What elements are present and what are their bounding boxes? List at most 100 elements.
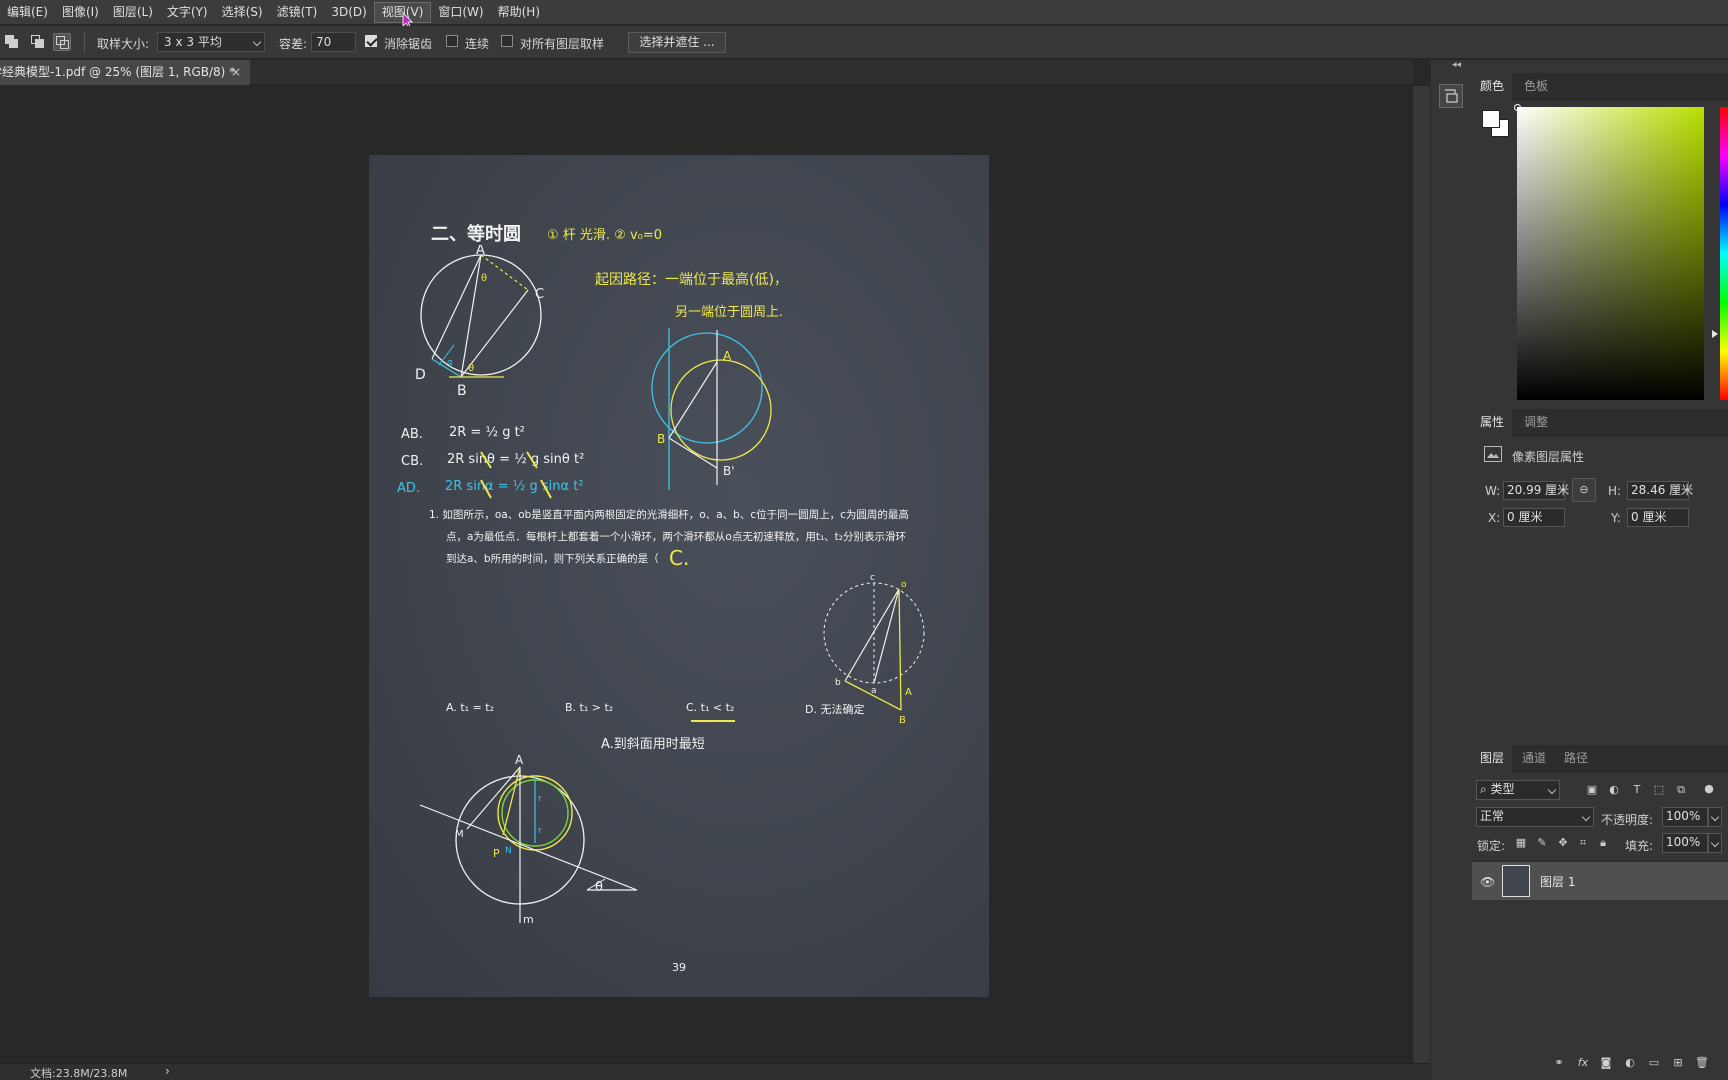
- tab-adjustments[interactable]: 调整: [1516, 409, 1556, 436]
- menu-layer[interactable]: 图层(L): [106, 2, 160, 23]
- color-picker-cursor[interactable]: [1514, 104, 1521, 111]
- tolerance-input[interactable]: 70: [311, 32, 356, 52]
- figure1-circle-diagram: A C D B θ θ α: [415, 245, 544, 399]
- menu-filter[interactable]: 滤镜(T): [270, 2, 325, 23]
- fill-dropdown[interactable]: [1708, 833, 1722, 853]
- filter-pixel-icon[interactable]: ▣: [1585, 783, 1599, 797]
- menu-window[interactable]: 窗口(W): [431, 2, 490, 23]
- fig3-label-a: a: [871, 686, 877, 696]
- menu-edit[interactable]: 编辑(E): [0, 2, 55, 23]
- filter-adjustment-icon[interactable]: ◐: [1607, 783, 1621, 797]
- opacity-field[interactable]: 100%: [1662, 807, 1708, 827]
- y-label: Y:: [1611, 511, 1621, 525]
- tab-channels[interactable]: 通道: [1514, 745, 1554, 772]
- fig3-label-b-upper: B: [899, 715, 906, 725]
- fig3-label-b: b: [835, 678, 841, 688]
- eq-ad-label: AD.: [397, 481, 421, 496]
- status-bar: 文档:23.8M/23.8M ›: [0, 1063, 1430, 1080]
- document-tab-title: 学经典模型-1.pdf @ 25% (图层 1, RGB/8) *: [0, 65, 236, 79]
- y-field[interactable]: 0 厘米: [1627, 508, 1689, 527]
- document-tab[interactable]: 学经典模型-1.pdf @ 25% (图层 1, RGB/8) *: [0, 60, 250, 85]
- lock-all-icon[interactable]: 🔒︎: [1596, 836, 1610, 850]
- status-arrow-icon[interactable]: ›: [165, 1064, 170, 1078]
- fx-icon[interactable]: fx: [1576, 1056, 1590, 1070]
- chevron-down-icon: [252, 37, 262, 47]
- blend-mode-select[interactable]: 正常: [1476, 807, 1594, 827]
- contiguous-checkbox[interactable]: [446, 35, 458, 47]
- menu-image[interactable]: 图像(I): [55, 2, 106, 23]
- height-label: H:: [1608, 484, 1622, 498]
- eye-icon[interactable]: 👁︎: [1480, 875, 1495, 889]
- vertical-scrollbar[interactable]: [1413, 86, 1430, 1063]
- all-layers-label: 对所有图层取样: [520, 37, 605, 51]
- history-panel-icon[interactable]: [1439, 84, 1463, 108]
- hue-slider-handle[interactable]: [1712, 330, 1718, 338]
- lock-artboard-icon[interactable]: ⌗: [1576, 836, 1590, 850]
- folder-icon[interactable]: ▭: [1647, 1056, 1661, 1070]
- x-field[interactable]: 0 厘米: [1503, 508, 1565, 527]
- fill-label: 填充:: [1625, 839, 1654, 853]
- opacity-dropdown[interactable]: [1708, 807, 1722, 827]
- blend-mode-value: 正常: [1480, 809, 1505, 823]
- divider: [84, 32, 85, 53]
- add-mask-icon[interactable]: ◙: [1599, 1056, 1613, 1070]
- hue-slider[interactable]: [1720, 107, 1728, 400]
- sample-size-value: 3 x 3 平均: [164, 35, 222, 49]
- tab-properties[interactable]: 属性: [1472, 409, 1513, 436]
- menu-type[interactable]: 文字(Y): [160, 2, 215, 23]
- link-layers-icon[interactable]: ⚭: [1552, 1056, 1566, 1070]
- intersect-selection-icon[interactable]: [53, 33, 71, 51]
- tab-color[interactable]: 颜色: [1472, 73, 1513, 100]
- filter-shape-icon[interactable]: ⬚: [1652, 783, 1666, 797]
- fig4-label-n: N: [505, 846, 512, 856]
- color-picker-field[interactable]: [1517, 107, 1704, 400]
- properties-panel-tabs: 属性 调整: [1472, 409, 1728, 436]
- chevron-down-icon: [1581, 812, 1591, 822]
- board-note2: 起因路径：一端位于最高(低)，: [595, 272, 788, 288]
- tab-paths[interactable]: 路径: [1556, 745, 1596, 772]
- lock-position-icon[interactable]: ✥: [1556, 836, 1570, 850]
- filter-toggle-icon[interactable]: ●: [1702, 782, 1716, 796]
- board-note3: 另一端位于圆周上.: [675, 305, 784, 320]
- layer-thumbnail: [1502, 865, 1530, 897]
- chevron-down-icon: [1710, 838, 1720, 848]
- menu-help[interactable]: 帮助(H): [491, 2, 547, 23]
- chevron-down-icon: [1710, 812, 1720, 822]
- layer-filter-select[interactable]: ⌕ 类型: [1476, 780, 1560, 800]
- figure2-two-circles-diagram: A B B': [651, 328, 772, 490]
- tab-swatches[interactable]: 色板: [1516, 73, 1556, 100]
- fig4-label-p: P: [493, 847, 500, 860]
- close-icon[interactable]: ×: [231, 60, 241, 85]
- adjustment-layer-icon[interactable]: ◐: [1623, 1056, 1637, 1070]
- sample-size-select[interactable]: 3 x 3 平均: [157, 32, 265, 52]
- select-and-mask-button[interactable]: 选择并遮住 ...: [628, 32, 726, 53]
- all-layers-checkbox[interactable]: [501, 35, 513, 47]
- properties-title: 像素图层属性: [1512, 450, 1585, 464]
- eq-cb-label: CB.: [401, 454, 424, 469]
- collapse-panels-icon[interactable]: ◂◂: [1452, 60, 1461, 70]
- problem-line-2: 点，a为最低点．每根杆上都套着一个小滑环，两个滑环都从o点无初速释放，用t₁、t…: [446, 531, 907, 543]
- tab-layers[interactable]: 图层: [1472, 745, 1513, 772]
- layer-row[interactable]: 👁︎ 图层 1: [1472, 862, 1728, 900]
- add-to-selection-icon[interactable]: [29, 33, 47, 51]
- lock-transparency-icon[interactable]: ▦: [1514, 836, 1528, 850]
- fig3-label-c: c: [870, 573, 875, 583]
- menu-select[interactable]: 选择(S): [215, 2, 270, 23]
- link-icon[interactable]: ⊖: [1572, 478, 1596, 502]
- filter-type-icon[interactable]: T: [1630, 783, 1644, 797]
- new-layer-icon[interactable]: ⊞: [1671, 1056, 1685, 1070]
- lock-pixels-icon[interactable]: ✎: [1535, 836, 1549, 850]
- menu-3d[interactable]: 3D(D): [324, 2, 373, 23]
- filter-smart-object-icon[interactable]: ⧉: [1674, 783, 1688, 797]
- choice-a: A. t₁ = t₂: [446, 701, 494, 714]
- board-note1: ① 杆 光滑. ② v₀=0: [547, 228, 663, 243]
- antialias-checkbox[interactable]: [365, 35, 377, 47]
- height-field[interactable]: 28.46 厘米: [1627, 481, 1693, 500]
- width-field[interactable]: 20.99 厘米: [1503, 481, 1569, 500]
- fill-field[interactable]: 100%: [1662, 833, 1708, 853]
- foreground-color-swatch[interactable]: [1482, 110, 1500, 128]
- opacity-label: 不透明度:: [1601, 813, 1654, 827]
- choice-d: D. 无法确定: [805, 703, 865, 716]
- trash-icon[interactable]: 🗑︎: [1695, 1056, 1709, 1070]
- new-selection-icon[interactable]: [3, 33, 21, 51]
